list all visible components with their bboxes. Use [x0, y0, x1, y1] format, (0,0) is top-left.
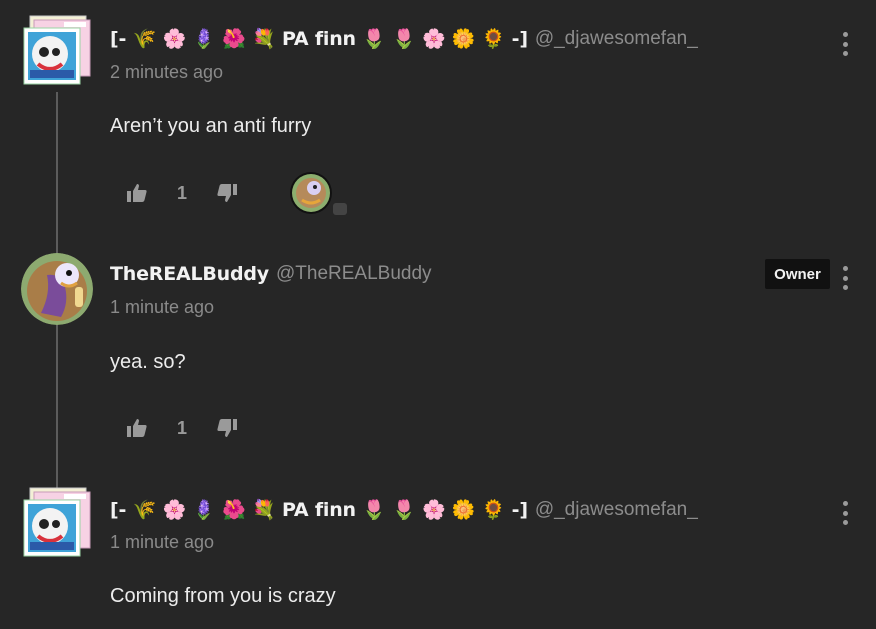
- thumbs-down-icon: [217, 419, 237, 437]
- comment-header: [- 🌾 🌸 🪻 🌺 💐 PA finn 🌷 🌷 🌸 🌼 🌻 -] @_djaw…: [110, 498, 698, 522]
- author-name[interactable]: [- 🌾 🌸 🪻 🌺 💐 PA finn 🌷 🌷 🌸 🌼 🌻 -]: [110, 27, 528, 50]
- comment-header: [- 🌾 🌸 🪻 🌺 💐 PA finn 🌷 🌷 🌸 🌼 🌻 -] @_djaw…: [110, 27, 698, 51]
- like-count: 1: [176, 417, 187, 438]
- author-name[interactable]: [- 🌾 🌸 🪻 🌺 💐 PA finn 🌷 🌷 🌸 🌼 🌻 -]: [110, 498, 528, 521]
- author-name[interactable]: TheREALBuddy: [110, 263, 269, 285]
- avatar[interactable]: [20, 14, 92, 86]
- author-handle[interactable]: @_djawesomefan_: [535, 499, 698, 521]
- comment-menu-button[interactable]: [836, 499, 854, 527]
- comment-menu-button[interactable]: [836, 30, 854, 58]
- like-button[interactable]: [126, 182, 148, 204]
- comment-text: Aren’t you an anti furry: [110, 115, 312, 137]
- comment-header: TheREALBuddy @TheREALBuddy: [110, 263, 432, 285]
- comment-menu-button[interactable]: [836, 264, 854, 292]
- comment-actions: 1: [126, 178, 238, 208]
- more-vertical-icon: [842, 266, 848, 271]
- more-vertical-icon: [842, 32, 848, 37]
- like-button[interactable]: [126, 417, 148, 439]
- replier-avatar[interactable]: [290, 172, 332, 214]
- dislike-button[interactable]: [216, 417, 238, 439]
- author-handle[interactable]: @TheREALBuddy: [276, 263, 432, 285]
- thumbs-down-icon: [217, 184, 237, 202]
- comment-actions: 1: [126, 413, 238, 443]
- comment-timestamp[interactable]: 2 minutes ago: [110, 62, 223, 83]
- author-handle[interactable]: @_djawesomefan_: [535, 28, 698, 50]
- comment-timestamp[interactable]: 1 minute ago: [110, 297, 214, 318]
- avatar[interactable]: [21, 253, 93, 325]
- comment-timestamp[interactable]: 1 minute ago: [110, 532, 214, 553]
- thumbs-up-icon: [127, 419, 147, 437]
- comment-text: Coming from you is crazy: [110, 585, 336, 607]
- more-vertical-icon: [842, 501, 848, 506]
- owner-badge: Owner: [765, 259, 830, 289]
- dislike-button[interactable]: [216, 182, 238, 204]
- comment-thread: [- 🌾 🌸 🪻 🌺 💐 PA finn 🌷 🌷 🌸 🌼 🌻 -] @_djaw…: [0, 0, 876, 629]
- comment-text: yea. so?: [110, 351, 186, 373]
- thumbs-up-icon: [127, 184, 147, 202]
- avatar[interactable]: [20, 486, 92, 558]
- like-count: 1: [176, 182, 187, 203]
- reply-bubble-icon: [333, 203, 347, 215]
